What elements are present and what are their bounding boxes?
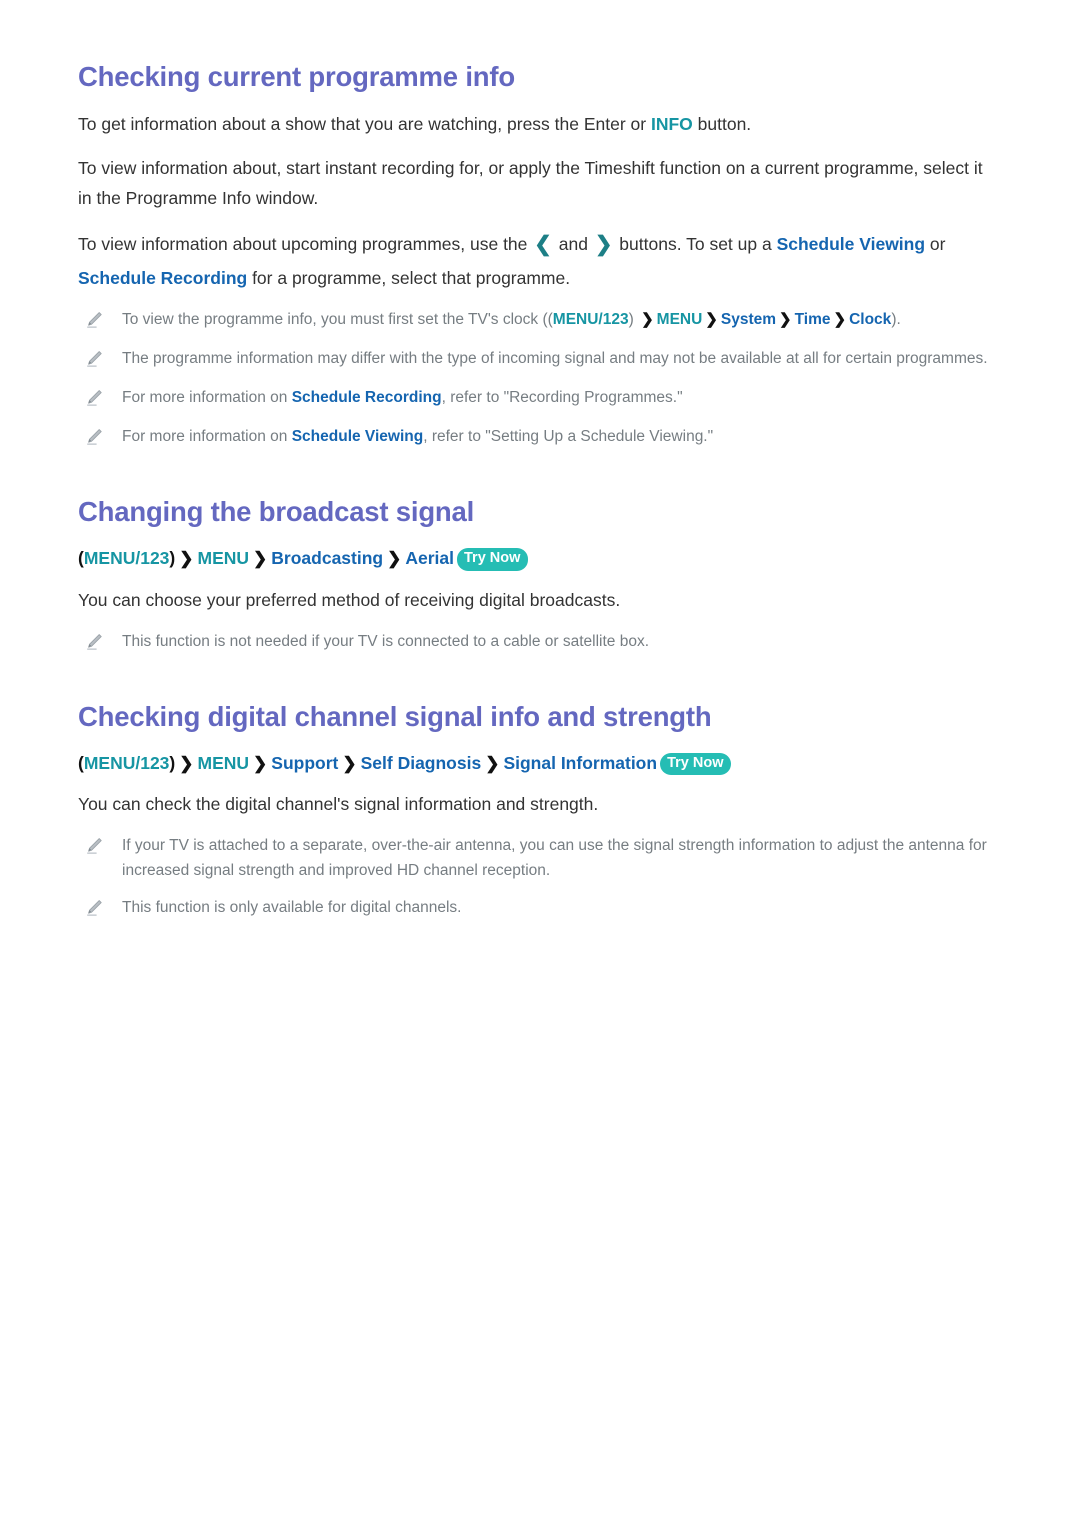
chevron-right-icon: ❯ <box>705 311 718 329</box>
menu-link[interactable]: System <box>721 311 776 328</box>
pencil-icon <box>84 632 108 656</box>
pencil-icon <box>84 388 108 412</box>
note-item: The programme information may differ wit… <box>78 346 1020 373</box>
note-text: If your TV is attached to a separate, ov… <box>122 833 1020 883</box>
menu-link[interactable]: Broadcasting <box>271 548 383 568</box>
body-paragraph: You can choose your preferred method of … <box>78 585 983 615</box>
text-run: To view the programme info, you must fir… <box>122 311 553 329</box>
chevron-right-icon: ❯ <box>387 549 402 569</box>
pencil-icon <box>84 427 108 451</box>
note-item: For more information on Schedule Recordi… <box>78 385 1020 412</box>
chevron-right-icon: ❯ <box>253 549 268 569</box>
text-run: To get information about a show that you… <box>78 114 651 134</box>
chevron-right-icon: ❯ <box>179 753 194 773</box>
text-run: and <box>553 234 593 255</box>
menu-key-link[interactable]: MENU <box>657 311 703 328</box>
text-run: To view information about, start instant… <box>78 158 983 209</box>
text-run: This function is not needed if your TV i… <box>122 632 650 650</box>
body-paragraph: You can check the digital channel's sign… <box>78 789 983 819</box>
note-item: This function is only available for digi… <box>78 895 1020 922</box>
text-run: or <box>925 234 946 255</box>
note-item: If your TV is attached to a separate, ov… <box>78 833 1020 883</box>
arrow-right-icon[interactable]: ❯ <box>593 233 615 256</box>
text-run: For more information on <box>122 428 292 446</box>
notes-group: This function is not needed if your TV i… <box>78 629 1020 656</box>
note-text: This function is only available for digi… <box>122 895 1020 920</box>
chevron-right-icon: ❯ <box>342 753 357 773</box>
menu-link[interactable]: Schedule Viewing <box>777 234 925 254</box>
text-run: You can choose your preferred method of … <box>78 589 621 610</box>
pencil-icon <box>84 836 108 860</box>
note-text: The programme information may differ wit… <box>122 346 1020 371</box>
chevron-right-icon: ❯ <box>179 549 194 569</box>
note-item: To view the programme info, you must fir… <box>78 307 1020 334</box>
chevron-right-icon: ❯ <box>253 753 268 773</box>
chevron-right-icon: ❯ <box>641 311 654 329</box>
section-checking-current-programme-info: Checking current programme info To get in… <box>78 60 1020 451</box>
section-heading: Changing the broadcast signal <box>78 496 475 528</box>
note-text: This function is not needed if your TV i… <box>122 629 1020 654</box>
chevron-right-icon: ❯ <box>485 753 500 773</box>
try-now-badge[interactable]: Try Now <box>660 752 732 775</box>
pencil-icon <box>84 310 108 334</box>
menu-link[interactable]: Schedule Viewing <box>292 428 424 445</box>
menu-link[interactable]: Schedule Recording <box>292 389 442 406</box>
text-run: ). <box>891 311 901 329</box>
menu-key-link[interactable]: MENU/123 <box>553 311 629 328</box>
chevron-right-icon: ❯ <box>833 311 847 329</box>
chevron-right-icon: ❯ <box>779 311 792 329</box>
document-page: Checking current programme info To get in… <box>0 0 1080 1527</box>
body-paragraph: To get information about a show that you… <box>78 109 983 139</box>
notes-group: To view the programme info, you must fir… <box>78 307 1020 451</box>
text-run: ) <box>628 311 639 329</box>
note-item: This function is not needed if your TV i… <box>78 629 1020 656</box>
menu-key-link[interactable]: MENU <box>198 753 250 773</box>
menu-link[interactable]: Schedule Recording <box>78 268 247 288</box>
breadcrumb: (MENU/123) ❯ MENU ❯ Broadcasting ❯ Aerial Try N… <box>78 544 1020 572</box>
pencil-icon <box>84 898 108 922</box>
text-run: For more information on <box>122 389 292 407</box>
arrow-left-icon[interactable]: ❮ <box>532 233 554 256</box>
breadcrumb: (MENU/123) ❯ MENU ❯ Support ❯ Self Diagnosis ❯ S… <box>78 749 1020 777</box>
notes-group: If your TV is attached to a separate, ov… <box>78 833 1020 922</box>
menu-link[interactable]: Clock <box>849 311 891 328</box>
menu-link[interactable]: Time <box>795 311 831 328</box>
note-text: For more information on Schedule Viewing… <box>122 424 1020 449</box>
try-now-badge[interactable]: Try Now <box>457 548 529 571</box>
pencil-icon <box>84 349 108 373</box>
text-run: If your TV is attached to a separate, ov… <box>122 837 987 880</box>
text-run: You can check the digital channel's sign… <box>78 793 599 814</box>
sections-container: Checking current programme info To get in… <box>78 60 1020 922</box>
text-run: This function is only available for digi… <box>122 899 462 917</box>
text-run: for a programme, select that programme. <box>247 268 571 289</box>
menu-key-link[interactable]: MENU/123 <box>84 753 170 773</box>
section-checking-digital-channel-signal-info-and-strength: Checking digital channel signal info and… <box>78 700 1020 923</box>
text-run: To view information about upcoming progr… <box>78 234 533 255</box>
note-text: To view the programme info, you must fir… <box>122 307 1020 332</box>
text-run: buttons. To set up a <box>614 234 777 255</box>
menu-link[interactable]: Support <box>271 753 338 773</box>
note-item: For more information on Schedule Viewing… <box>78 424 1020 451</box>
menu-key-link[interactable]: MENU <box>198 548 250 568</box>
section-heading: Checking current programme info <box>78 61 515 92</box>
menu-key-link[interactable]: INFO <box>651 114 693 134</box>
text-run: button. <box>692 114 752 134</box>
text-run: , refer to "Setting Up a Schedule Viewin… <box>423 428 714 446</box>
menu-link[interactable]: Aerial <box>405 548 454 568</box>
body-paragraph: To view information about upcoming progr… <box>78 227 983 293</box>
text-run: , refer to "Recording Programmes." <box>441 389 683 407</box>
note-text: For more information on Schedule Recordi… <box>122 385 1020 410</box>
section-heading: Checking digital channel signal info and… <box>78 700 712 732</box>
body-paragraph: To view information about, start instant… <box>78 153 983 213</box>
menu-link[interactable]: Signal Information <box>503 753 657 773</box>
text-run: The programme information may differ wit… <box>122 350 988 368</box>
section-changing-the-broadcast-signal: Changing the broadcast signal (MENU/123) ❯… <box>78 495 1020 655</box>
menu-link[interactable]: Self Diagnosis <box>361 753 482 773</box>
menu-key-link[interactable]: MENU/123 <box>84 548 170 568</box>
